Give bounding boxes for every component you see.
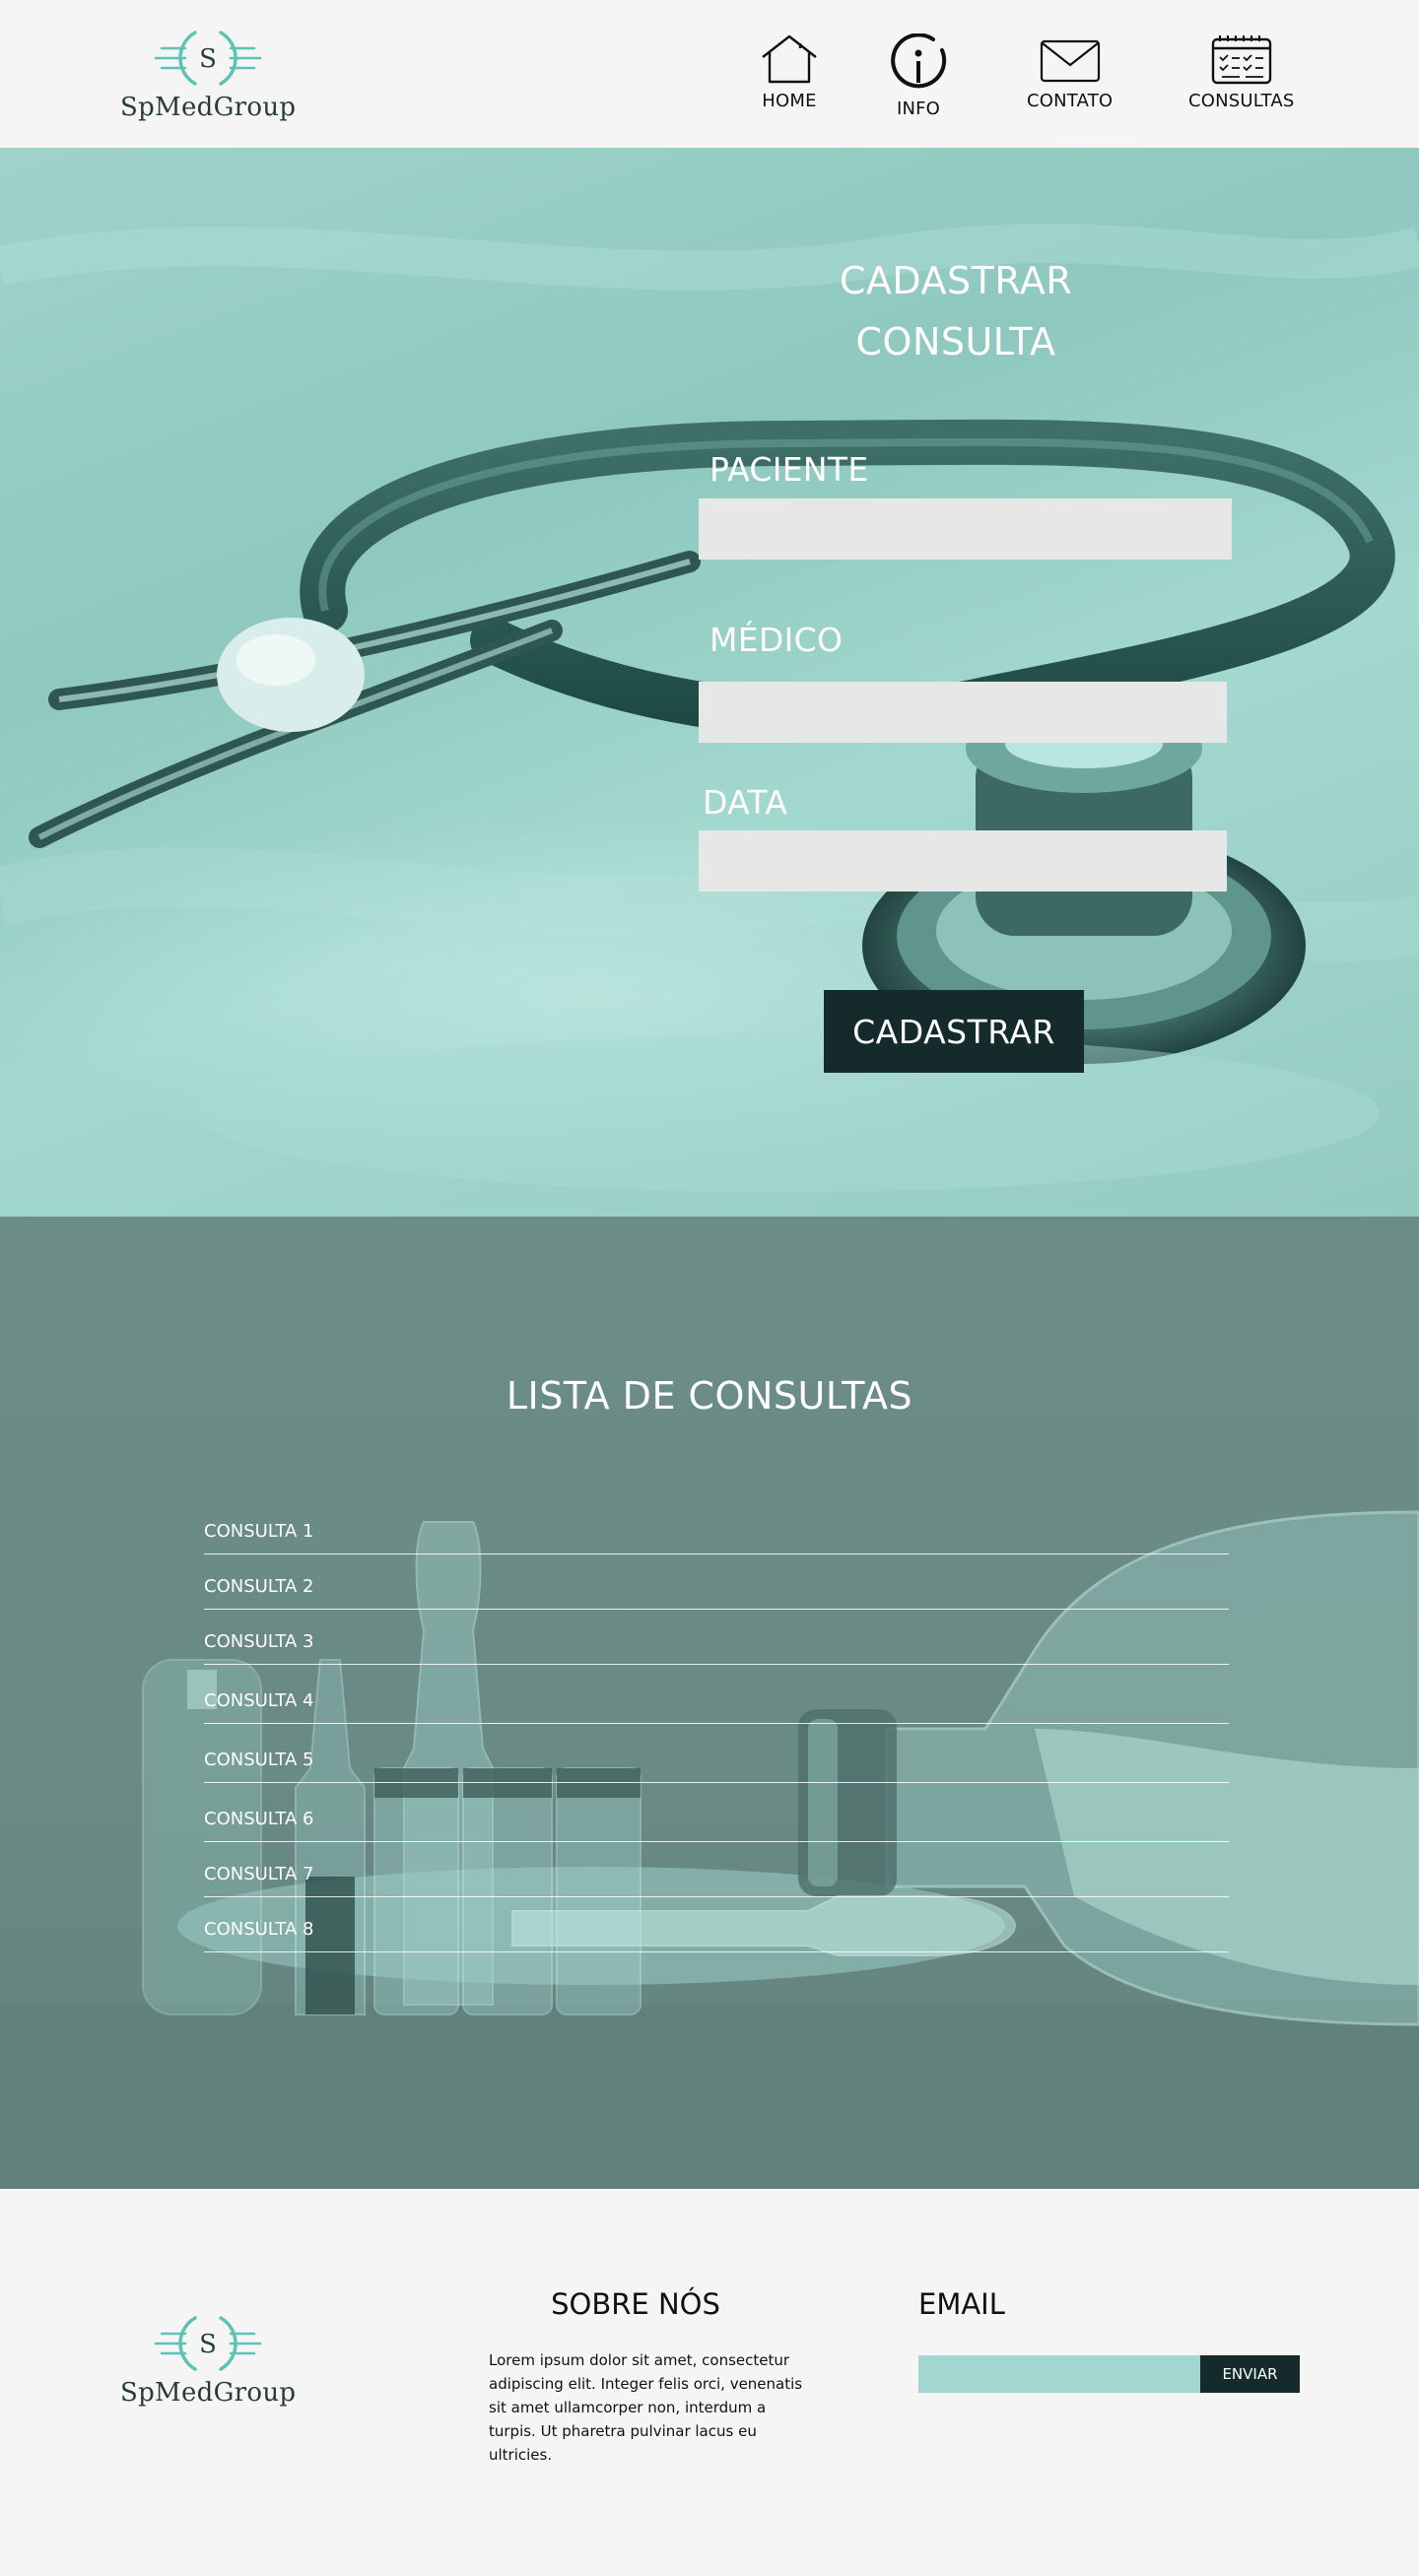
- doctor-label: MÉDICO: [710, 621, 844, 659]
- nav-home-label: HOME: [762, 91, 817, 111]
- footer-logo-letter: S: [199, 2330, 217, 2359]
- list-item[interactable]: CONSULTA 3: [204, 1610, 1229, 1665]
- list-item[interactable]: CONSULTA 8: [204, 1897, 1229, 1952]
- footer-brand-logo[interactable]: S SpMedGroup: [120, 2309, 296, 2408]
- logo-letter: S: [199, 44, 217, 74]
- appointment-list-section: LISTA DE CONSULTAS CONSULTA 1 CONSULTA 2…: [0, 1217, 1419, 2189]
- home-icon: [762, 34, 817, 84]
- list-item[interactable]: CONSULTA 6: [204, 1783, 1229, 1842]
- envelope-icon: [1040, 39, 1100, 83]
- nav-contato-label: CONTATO: [1027, 91, 1114, 111]
- patient-input[interactable]: [699, 498, 1232, 560]
- list-title: LISTA DE CONSULTAS: [506, 1374, 913, 1418]
- logo-mark-icon: S: [154, 2316, 262, 2371]
- list-item[interactable]: CONSULTA 1: [204, 1512, 1229, 1554]
- logo-mark-icon: S: [154, 31, 262, 86]
- about-title: SOBRE NÓS: [551, 2287, 720, 2321]
- list-item[interactable]: CONSULTA 2: [204, 1554, 1229, 1610]
- nav-consultas-label: CONSULTAS: [1188, 91, 1295, 111]
- footer-brand-name: SpMedGroup: [120, 2378, 297, 2408]
- calendar-icon: [1211, 35, 1271, 85]
- nav-info-label: INFO: [896, 99, 941, 119]
- nav-home[interactable]: HOME: [759, 33, 820, 111]
- appointment-list: CONSULTA 1 CONSULTA 2 CONSULTA 3 CONSULT…: [204, 1512, 1229, 1952]
- register-button[interactable]: CADASTRAR: [824, 990, 1084, 1073]
- nav-consultas[interactable]: CONSULTAS: [1188, 33, 1295, 111]
- brand-logo[interactable]: S SpMedGroup: [120, 24, 296, 122]
- register-appointment-section: CADASTRAR CONSULTA PACIENTE MÉDICO DATA …: [0, 148, 1419, 1217]
- form-title-line1: CADASTRAR: [839, 259, 1073, 302]
- date-label: DATA: [703, 783, 788, 822]
- send-button[interactable]: ENVIAR: [1200, 2355, 1300, 2393]
- site-footer: S SpMedGroup SOBRE NÓS Lorem ipsum dolor…: [0, 2189, 1419, 2576]
- doctor-input[interactable]: [699, 682, 1227, 743]
- email-title: EMAIL: [918, 2287, 1005, 2321]
- form-title: CADASTRAR CONSULTA: [749, 250, 1163, 372]
- patient-label: PACIENTE: [710, 450, 869, 489]
- site-header: S SpMedGroup HOME INFO CONTATO CONSULTAS: [0, 0, 1419, 148]
- list-item[interactable]: CONSULTA 7: [204, 1842, 1229, 1897]
- brand-name: SpMedGroup: [120, 93, 297, 122]
- nav-info[interactable]: INFO: [887, 33, 950, 119]
- form-title-line2: CONSULTA: [855, 320, 1056, 363]
- list-item[interactable]: CONSULTA 5: [204, 1724, 1229, 1783]
- info-icon: [891, 33, 947, 89]
- nav-contato[interactable]: CONTATO: [1027, 37, 1113, 111]
- email-input[interactable]: [918, 2355, 1200, 2393]
- date-input[interactable]: [699, 830, 1227, 892]
- list-item[interactable]: CONSULTA 4: [204, 1665, 1229, 1724]
- about-text: Lorem ipsum dolor sit amet, consectetur …: [489, 2351, 803, 2464]
